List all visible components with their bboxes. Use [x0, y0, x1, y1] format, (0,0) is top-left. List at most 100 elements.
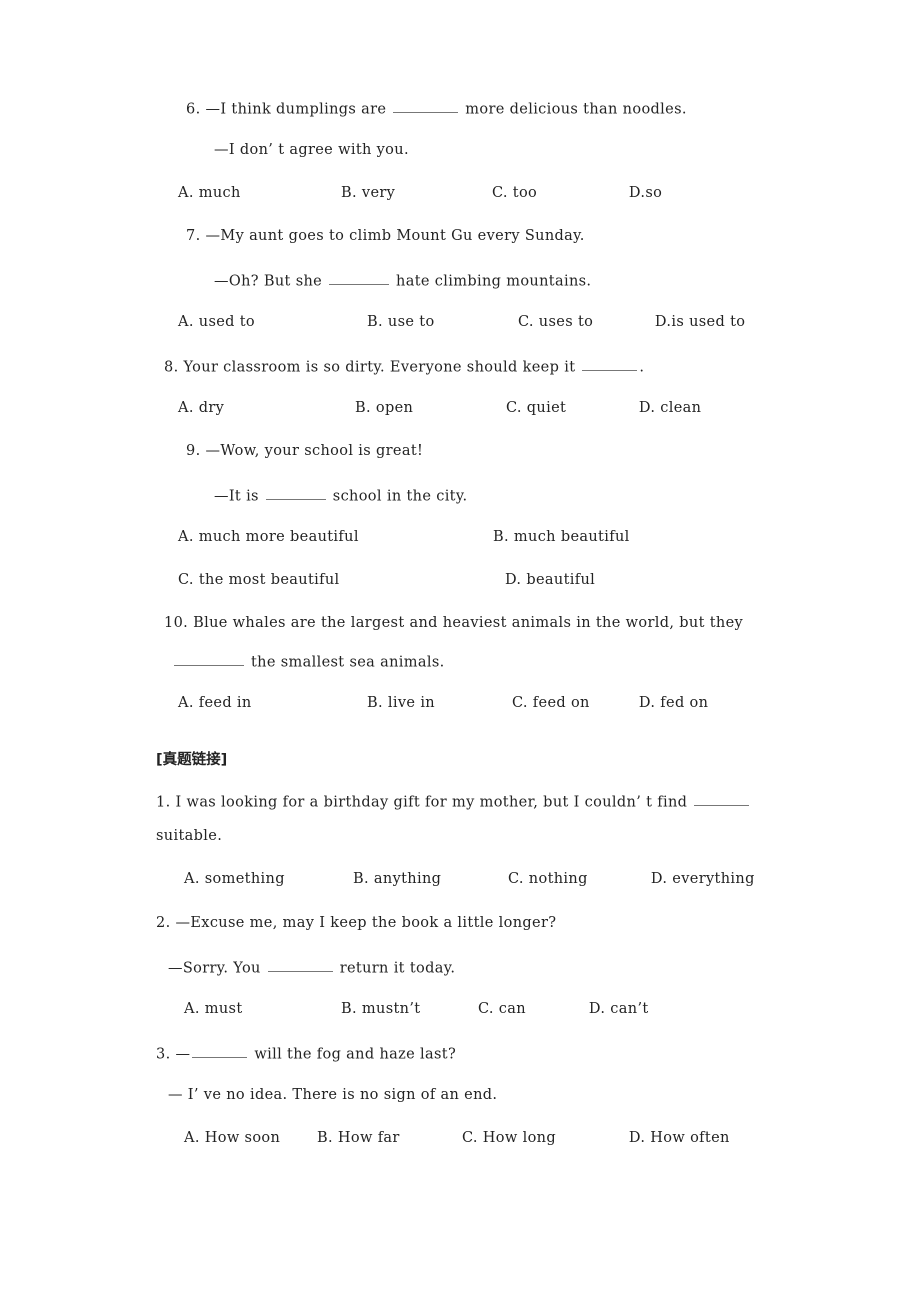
option-8-a-letter: A. [178, 400, 194, 416]
section-option-3-c[interactable]: C. How long [462, 1131, 624, 1146]
option-10-d[interactable]: D. fed on [639, 696, 708, 711]
option-7-c-letter: C. [517, 314, 534, 330]
option-8-b-text: open [375, 400, 414, 416]
question-6-reply: —I don’ t agree with you. [214, 142, 409, 158]
section-option-3-b[interactable]: B. How far [317, 1131, 457, 1146]
section-option-2-c-text: can [498, 1001, 526, 1017]
section-question-1-blank[interactable] [694, 793, 750, 807]
section-option-1-c[interactable]: C. nothing [508, 872, 646, 887]
section-question-1-number: 1. [156, 794, 171, 811]
section-question-3-dash: — [175, 1046, 191, 1063]
option-6-a[interactable]: A. much [178, 186, 336, 201]
question-7-stem-prefix: —My aunt goes to climb Mount Gu every Su… [205, 228, 585, 244]
section-option-1-b[interactable]: B. anything [353, 872, 503, 887]
option-9-d[interactable]: D. beautiful [505, 573, 595, 588]
question-10-number: 10. [164, 615, 189, 631]
section-question-2-stem-text: —Excuse me, may I keep the book a little… [175, 915, 557, 931]
option-6-c[interactable]: C. too [492, 186, 624, 201]
option-7-b-letter: B. [366, 314, 383, 330]
question-6-number: 6. [186, 101, 201, 118]
question-9-reply-suffix: school in the city. [332, 488, 468, 505]
option-9-a-text: much more beautiful [198, 529, 359, 545]
section-question-3-blank[interactable] [192, 1045, 248, 1059]
option-7-d[interactable]: D.is used to [655, 315, 745, 330]
section-question-2-blank[interactable] [267, 959, 333, 973]
section-option-1-c-text: nothing [528, 871, 588, 887]
section-option-3-b-letter: B. [316, 1130, 333, 1146]
question-9-stem: 9. —Wow, your school is great! [186, 444, 423, 459]
section-heading-real-exam-links: [真题链接] [156, 752, 228, 768]
option-10-c-text: feed on [532, 695, 590, 711]
question-10-blank[interactable] [174, 653, 244, 667]
option-9-d-text: beautiful [526, 572, 596, 588]
question-8-options: A. dry B. open C. quiet D. clean [178, 401, 701, 416]
section-question-2-reply-suffix: return it today. [339, 960, 456, 977]
option-10-b[interactable]: B. live in [367, 696, 507, 711]
option-8-d[interactable]: D. clean [639, 401, 701, 416]
section-option-2-b-letter: B. [340, 1001, 357, 1017]
option-6-d-letter: D. [628, 185, 646, 201]
section-option-1-d[interactable]: D. everything [651, 872, 755, 887]
option-6-c-text: too [512, 185, 538, 201]
question-7-options: A. used to B. use to C. uses to D.is use… [178, 315, 745, 330]
section-option-1-a-letter: A. [184, 871, 200, 887]
option-9-a-letter: A. [178, 529, 194, 545]
option-9-a[interactable]: A. much more beautiful [178, 530, 488, 545]
option-9-b-letter: B. [492, 529, 509, 545]
option-7-a[interactable]: A. used to [178, 315, 362, 330]
question-8-stem-prefix: Your classroom is so dirty. Everyone sho… [183, 359, 576, 376]
question-10-stem-text1: Blue whales are the largest and heaviest… [193, 615, 744, 631]
question-9-options-row1: A. much more beautiful B. much beautiful [178, 530, 630, 545]
question-10-options: A. feed in B. live in C. feed on D. fed … [178, 696, 708, 711]
section-option-2-b[interactable]: B. mustn’t [341, 1002, 473, 1017]
option-10-c-letter: C. [511, 695, 528, 711]
section-question-2-options: A. must B. mustn’t C. can D. can’t [184, 1002, 649, 1017]
section-option-1-b-text: anything [373, 871, 442, 887]
section-option-1-a-text: something [204, 871, 285, 887]
option-7-c-text: uses to [538, 314, 594, 330]
section-option-2-a[interactable]: A. must [184, 1002, 336, 1017]
section-option-2-c[interactable]: C. can [478, 1002, 584, 1017]
section-question-3-stem-suffix: will the fog and haze last? [254, 1046, 457, 1063]
section-option-2-b-text: mustn’t [361, 1001, 421, 1017]
option-6-a-letter: A. [178, 185, 194, 201]
section-option-2-d[interactable]: D. can’t [589, 1002, 649, 1017]
option-10-c[interactable]: C. feed on [512, 696, 634, 711]
question-8-stem: 8. Your classroom is so dirty. Everyone … [164, 358, 644, 375]
option-10-a[interactable]: A. feed in [178, 696, 362, 711]
question-9-blank[interactable] [265, 487, 326, 501]
option-6-b-letter: B. [340, 185, 357, 201]
section-option-3-b-text: How far [337, 1130, 400, 1146]
option-9-b[interactable]: B. much beautiful [493, 530, 630, 545]
option-7-b[interactable]: B. use to [367, 315, 513, 330]
option-6-c-letter: C. [491, 185, 508, 201]
option-8-c[interactable]: C. quiet [506, 401, 634, 416]
question-9-stem-prefix: —Wow, your school is great! [205, 443, 424, 459]
section-option-3-d[interactable]: D. How often [629, 1131, 730, 1146]
section-option-2-a-text: must [204, 1001, 243, 1017]
option-8-b[interactable]: B. open [355, 401, 501, 416]
section-option-1-a[interactable]: A. something [184, 872, 348, 887]
option-8-a[interactable]: A. dry [178, 401, 350, 416]
option-6-b-text: very [361, 185, 396, 201]
option-7-d-text: is used to [671, 314, 746, 330]
section-option-1-d-text: everything [672, 871, 755, 887]
option-9-c-letter: C. [178, 572, 194, 588]
option-9-c[interactable]: C. the most beautiful [178, 573, 500, 588]
option-9-c-text: the most beautiful [198, 572, 340, 588]
section-option-3-c-letter: C. [461, 1130, 478, 1146]
option-6-b[interactable]: B. very [341, 186, 487, 201]
option-8-d-letter: D. [638, 400, 656, 416]
question-7-reply: —Oh? But she hate climbing mountains. [214, 272, 591, 289]
question-7-blank[interactable] [329, 272, 390, 286]
question-9-reply: —It is school in the city. [214, 487, 467, 504]
option-7-c[interactable]: C. uses to [518, 315, 650, 330]
option-7-a-letter: A. [178, 314, 194, 330]
option-6-d[interactable]: D.so [629, 186, 662, 201]
question-6-blank[interactable] [393, 100, 459, 114]
section-option-3-a-letter: A. [184, 1130, 200, 1146]
option-10-b-text: live in [387, 695, 435, 711]
option-8-c-text: quiet [526, 400, 567, 416]
section-option-3-a[interactable]: A. How soon [184, 1131, 312, 1146]
question-8-blank[interactable] [582, 358, 638, 372]
